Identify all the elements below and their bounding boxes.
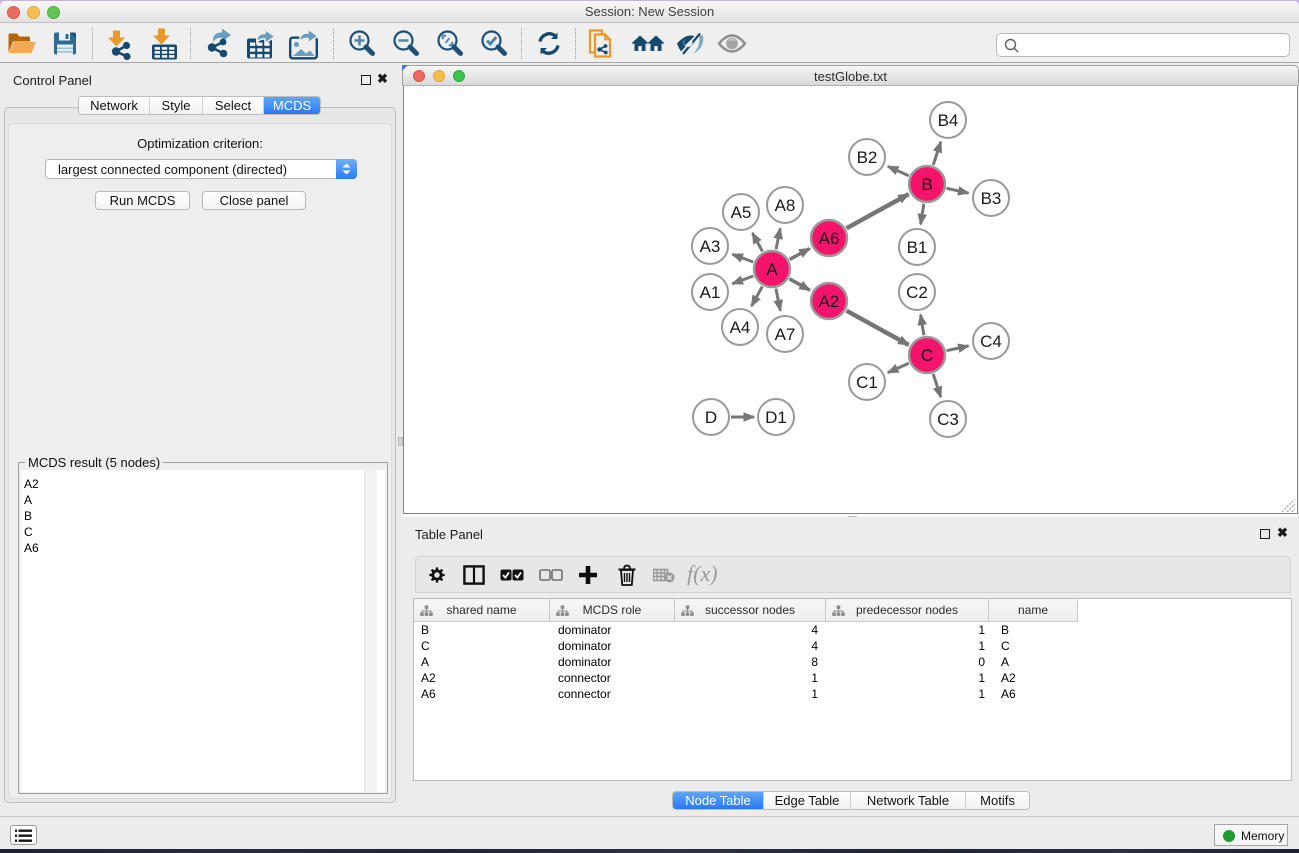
svg-text:B: B xyxy=(921,175,932,194)
svg-text:D: D xyxy=(705,408,717,427)
svg-text:C4: C4 xyxy=(980,332,1002,351)
svg-text:A1: A1 xyxy=(700,283,721,302)
svg-text:A: A xyxy=(766,260,778,279)
svg-text:A8: A8 xyxy=(775,196,796,215)
svg-text:A7: A7 xyxy=(775,325,796,344)
svg-text:C: C xyxy=(921,346,933,365)
svg-text:B4: B4 xyxy=(938,111,959,130)
svg-text:A5: A5 xyxy=(731,203,752,222)
svg-text:A3: A3 xyxy=(700,237,721,256)
svg-text:C2: C2 xyxy=(906,283,928,302)
svg-text:B3: B3 xyxy=(981,189,1002,208)
svg-text:C1: C1 xyxy=(856,373,878,392)
svg-text:D1: D1 xyxy=(765,408,787,427)
svg-text:A6: A6 xyxy=(819,229,840,248)
svg-text:A2: A2 xyxy=(819,292,840,311)
svg-text:B1: B1 xyxy=(907,238,928,257)
svg-text:B2: B2 xyxy=(857,148,878,167)
svg-text:C3: C3 xyxy=(937,410,959,429)
svg-text:A4: A4 xyxy=(730,318,751,337)
